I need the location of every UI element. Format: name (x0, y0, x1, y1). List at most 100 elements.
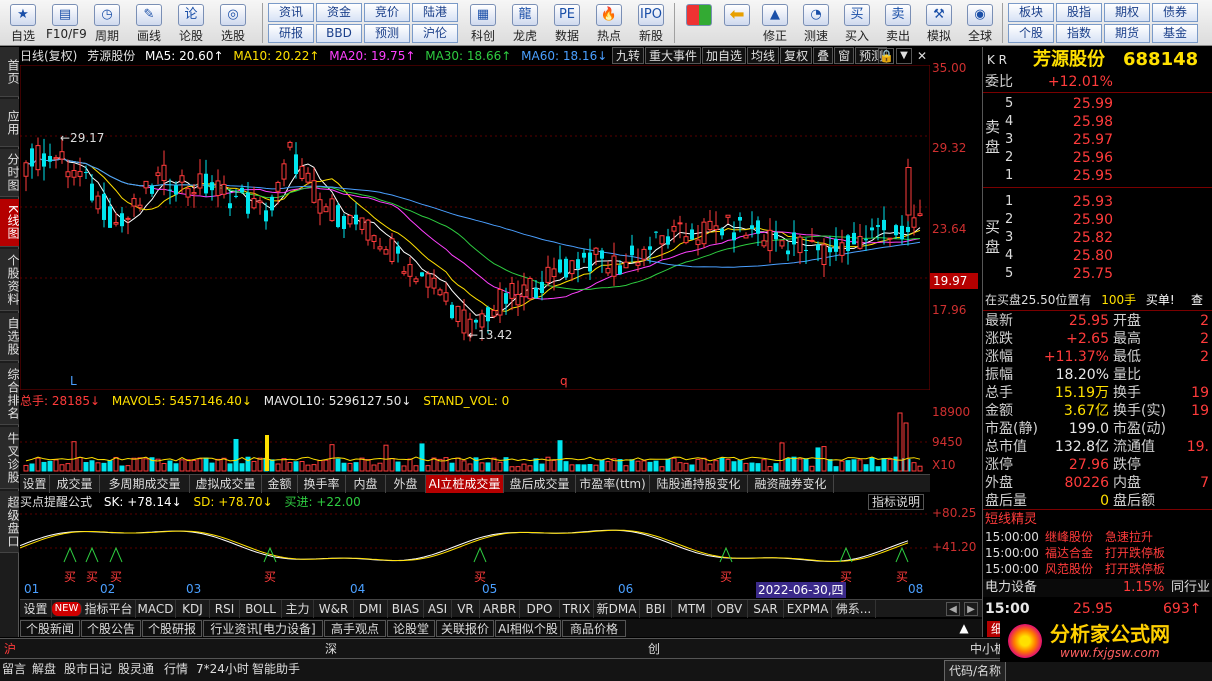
toolbar-button-4[interactable]: 论论股 (172, 2, 210, 44)
indicator-tab[interactable]: W&R (314, 600, 354, 618)
indicator-name[interactable]: 买点提醒公式 (20, 495, 92, 509)
sector-row[interactable]: 电力设备 1.15% 同行业 (983, 579, 1212, 597)
short-sprite-item[interactable]: 15:00:00 风范股份 打开跌停板 (983, 561, 1212, 577)
tab-qiquan[interactable]: 期权 (1104, 3, 1150, 22)
lock-icon[interactable]: 🔒 (878, 48, 894, 64)
tab-qihuo[interactable]: 期货 (1104, 24, 1150, 43)
volume-tab[interactable]: 外盘 (386, 475, 426, 493)
bottom-toolbar-item[interactable]: 股市日记 (64, 659, 112, 679)
buy-level-row[interactable]: 5 25.75 (983, 265, 1212, 283)
toolbar-button3-0[interactable]: ▲ 修正 (756, 2, 794, 44)
chart-header-button[interactable]: 加自选 (702, 47, 747, 64)
period-label[interactable]: 日线(复权) (20, 49, 77, 63)
chart-header-button[interactable]: 均线 (747, 47, 780, 64)
tab-zhaiquan[interactable]: 债券 (1152, 3, 1198, 22)
order-alert[interactable]: 在买盘25.50位置有 100手 买单! 查 (983, 291, 1212, 309)
indicator-tab[interactable]: TRIX (560, 600, 594, 618)
indicator-tab[interactable]: 指标平台 (82, 600, 136, 618)
toolbar-button3-2[interactable]: 买买入 (838, 2, 876, 44)
toolbar-button-3[interactable]: ✎ 画线 (130, 2, 168, 44)
chart-header-button[interactable]: 九转 (612, 47, 645, 64)
toolbar-button-0[interactable]: ★ 自选 (4, 2, 42, 44)
indicator-tab[interactable]: DPO (520, 600, 560, 618)
color-grid-button[interactable] (680, 2, 718, 44)
volume-tab[interactable]: 融资融券变化 (748, 475, 834, 493)
sector-more[interactable]: 同行业 (1171, 579, 1210, 597)
left-nav-item[interactable]: 个股资料 (0, 249, 20, 311)
indicator-tab[interactable]: SAR (748, 600, 784, 618)
volume-tab[interactable]: 虚拟成交量 (190, 475, 262, 493)
toolbar-button3-4[interactable]: ⚒ 模拟 (920, 2, 958, 44)
volume-tab[interactable]: 成交量 (50, 475, 100, 493)
indicator-tab[interactable]: NEW (52, 602, 82, 616)
indicator-tab[interactable]: MTM (672, 600, 712, 618)
tab-bankuai[interactable]: 板块 (1008, 3, 1054, 22)
tab-lugang[interactable]: 陆港 (412, 3, 458, 22)
info-tab[interactable]: AI相似个股 (495, 620, 561, 637)
buy-level-row[interactable]: 1 25.93 (983, 193, 1212, 211)
sell-level-row[interactable]: 4 25.98 (983, 113, 1212, 131)
indicator-tab[interactable]: MACD (136, 600, 176, 618)
toolbar-button3-5[interactable]: ◉ 全球 (961, 2, 999, 44)
chart-header-button[interactable]: 复权 (780, 47, 813, 64)
status-cy[interactable]: 创 (648, 639, 660, 659)
left-nav-item[interactable]: 综合排名 (0, 363, 20, 425)
chart-header-button[interactable]: 重大事件 (645, 47, 702, 64)
indicator-tab[interactable]: VR (452, 600, 480, 618)
indicator-tab[interactable]: BOLL (240, 600, 282, 618)
info-tab[interactable]: 个股研报 (142, 620, 202, 637)
info-tab[interactable]: 个股公告 (81, 620, 141, 637)
indicator-tab[interactable]: ASI (424, 600, 452, 618)
indicator-tab[interactable]: RSI (210, 600, 240, 618)
toolbar-button3-3[interactable]: 卖卖出 (879, 2, 917, 44)
bottom-toolbar-item[interactable]: 股灵通 (118, 659, 154, 679)
kline-chart[interactable]: ←29.17 ←13.42 L q (20, 65, 930, 390)
tab-gegu[interactable]: 个股 (1008, 24, 1054, 43)
buy-level-row[interactable]: 4 25.80 (983, 247, 1212, 265)
chart-header-button[interactable]: 叠 (813, 47, 834, 64)
status-sh[interactable]: 沪 (4, 639, 16, 659)
volume-tab[interactable]: 市盈率(ttm) (576, 475, 650, 493)
volume-tab[interactable]: 盘后成交量 (504, 475, 576, 493)
indicator-chart[interactable]: 买买买买买买买买 (20, 510, 930, 582)
toolbar-button2-4[interactable]: IPO 新股 (632, 2, 670, 44)
info-tab[interactable]: 个股新闻 (20, 620, 80, 637)
toolbar-button2-3[interactable]: 🔥 热点 (590, 2, 628, 44)
back-button[interactable]: ⬅ (718, 2, 756, 44)
close-icon[interactable]: ✕ (915, 48, 929, 64)
indicator-tab[interactable]: BIAS (388, 600, 424, 618)
left-nav-item[interactable]: 超级盘口 (0, 491, 20, 553)
left-nav-item[interactable]: 首页 (0, 47, 20, 97)
tab-jingjia[interactable]: 竞价 (364, 3, 410, 22)
volume-tab[interactable]: 多周期成交量 (100, 475, 190, 493)
bottom-toolbar-item[interactable]: 行情 (164, 659, 188, 679)
tab-hulun[interactable]: 沪伦 (412, 24, 458, 43)
indicator-explain-button[interactable]: 指标说明 (868, 494, 925, 510)
indicator-tab[interactable]: 设置 (20, 600, 52, 618)
volume-tab[interactable]: 陆股通持股变化 (650, 475, 748, 493)
toolbar-button2-2[interactable]: PE 数据 (548, 2, 586, 44)
indicator-tab[interactable]: KDJ (176, 600, 210, 618)
volume-tab[interactable]: AI立桩成交量 (426, 475, 504, 493)
collapse-up-icon[interactable]: ▲ (954, 620, 974, 636)
short-sprite-item[interactable]: 15:00:00 福达合金 打开跌停板 (983, 545, 1212, 561)
indicator-tab[interactable]: 新DMA (594, 600, 640, 618)
left-nav-item[interactable]: 自选股 (0, 313, 20, 361)
info-tab[interactable]: 商品价格 (562, 620, 626, 637)
code-search-input[interactable]: 代码/名称 (944, 660, 1007, 681)
bottom-toolbar-item[interactable]: 智能助手 (252, 659, 300, 679)
volume-tab[interactable]: 金额 (262, 475, 298, 493)
indicator-tab[interactable]: DMI (354, 600, 388, 618)
indicator-tab[interactable]: BBI (640, 600, 672, 618)
info-tab[interactable]: 关联报价 (436, 620, 494, 637)
sell-level-row[interactable]: 2 25.96 (983, 149, 1212, 167)
left-nav-item[interactable]: 牛叉诊股 (0, 427, 20, 489)
info-tab[interactable]: 行业资讯[电力设备] (203, 620, 323, 637)
indicator-tab[interactable]: 主力 (282, 600, 314, 618)
order-more[interactable]: 查 (1191, 291, 1203, 309)
volume-tab[interactable]: 换手率 (298, 475, 346, 493)
sell-level-row[interactable]: 1 25.95 (983, 167, 1212, 185)
indicator-tab[interactable]: OBV (712, 600, 748, 618)
left-nav-item[interactable]: K线图 (0, 199, 20, 247)
toolbar-button-5[interactable]: ◎ 选股 (214, 2, 252, 44)
